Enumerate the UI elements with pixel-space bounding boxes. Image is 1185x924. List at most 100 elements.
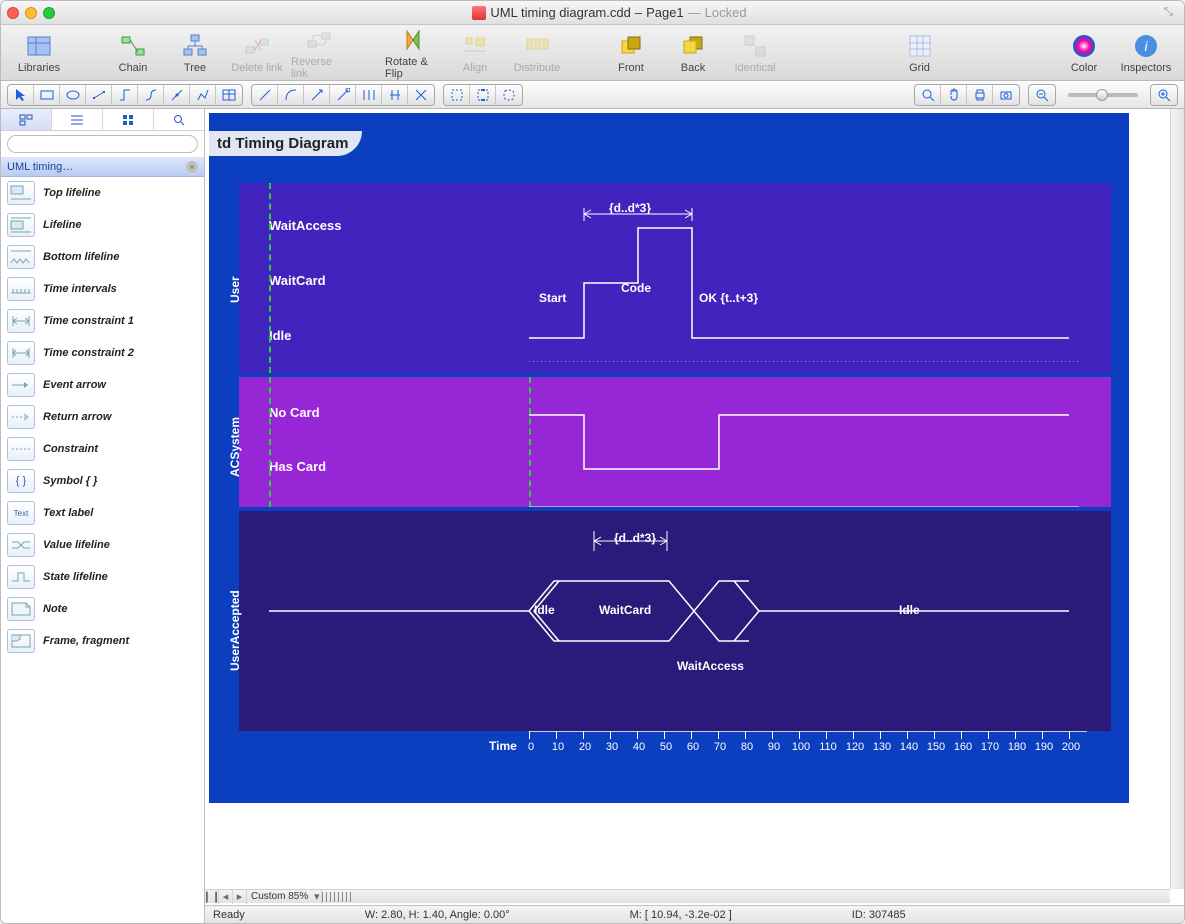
library-header[interactable]: UML timing… × <box>1 158 204 177</box>
conn-d[interactable] <box>330 85 356 105</box>
diagram-canvas[interactable]: td Timing Diagram User WaitAccess WaitCa… <box>209 113 1129 803</box>
canvas-area: td Timing Diagram User WaitAccess WaitCa… <box>205 109 1184 923</box>
toolbar-align-button[interactable]: Align <box>447 32 503 74</box>
view-tool-group <box>914 84 1020 106</box>
stencil-label: Top lifeline <box>43 187 101 199</box>
canvas-scroll[interactable]: td Timing Diagram User WaitAccess WaitCa… <box>205 109 1184 923</box>
stencil-item[interactable]: Value lifeline <box>1 529 204 561</box>
vertical-scrollbar[interactable] <box>1170 109 1184 889</box>
connector-tool-4[interactable] <box>164 85 190 105</box>
conn-g[interactable] <box>408 85 434 105</box>
stencil-item[interactable]: Note <box>1 593 204 625</box>
connector-tool-1[interactable] <box>86 85 112 105</box>
zoom-in-button[interactable] <box>1151 85 1177 105</box>
stencil-item[interactable]: Time constraint 1 <box>1 305 204 337</box>
sidebar-tab-list[interactable] <box>52 109 103 130</box>
ruler-split[interactable] <box>322 892 352 902</box>
rect-tool[interactable] <box>34 85 60 105</box>
sel-a[interactable] <box>444 85 470 105</box>
tool-toolbar <box>1 81 1184 109</box>
toolbar-front-button[interactable]: Front <box>603 32 659 74</box>
toolbar-distribute-button[interactable]: Distribute <box>509 32 565 74</box>
conn-c[interactable] <box>304 85 330 105</box>
stencil-item[interactable]: { }Symbol { } <box>1 465 204 497</box>
toolbar-delete-link-button[interactable]: Delete link <box>229 32 285 74</box>
status-id: ID: 307485 <box>852 909 906 921</box>
time-tick-label: 130 <box>872 741 892 753</box>
stencil-label: Text label <box>43 507 93 519</box>
stencil-item[interactable]: Time intervals <box>1 273 204 305</box>
hscroll-left-icon[interactable]: ◂ <box>219 890 233 904</box>
sel-c[interactable] <box>496 85 522 105</box>
stencil-icon <box>7 629 35 653</box>
toolbar-rotate-flip-button[interactable]: Rotate & Flip <box>385 26 441 80</box>
stencil-item[interactable]: Return arrow <box>1 401 204 433</box>
connector-tool-5[interactable] <box>190 85 216 105</box>
sidebar-search-input[interactable] <box>7 135 198 153</box>
toolbar-color-button[interactable]: Color <box>1056 32 1112 74</box>
stencil-item[interactable]: Top lifeline <box>1 177 204 209</box>
zoom-window-button[interactable] <box>43 7 55 19</box>
time-tick-label: 90 <box>764 741 784 753</box>
stencil-list: Top lifeline Lifeline Bottom lifeline Time … <box>1 177 204 923</box>
stencil-item[interactable]: Time constraint 2 <box>1 337 204 369</box>
stencil-label: Bottom lifeline <box>43 251 119 263</box>
stencil-item[interactable]: Frame, fragment <box>1 625 204 657</box>
sidebar-tab-search[interactable] <box>154 109 204 130</box>
table-tool[interactable] <box>216 85 242 105</box>
stencil-icon <box>7 597 35 621</box>
toolbar-libraries-button[interactable]: Libraries <box>11 32 67 74</box>
stencil-item[interactable]: Bottom lifeline <box>1 241 204 273</box>
toolbar-chain-button[interactable]: Chain <box>105 32 161 74</box>
stencil-icon: Text <box>7 501 35 525</box>
zoom-dropdown-icon[interactable]: ▾ <box>312 890 322 904</box>
time-tick-label: 50 <box>656 741 676 753</box>
toolbar-back-button[interactable]: Back <box>665 32 721 74</box>
stencil-icon <box>7 341 35 365</box>
stencil-item[interactable]: Event arrow <box>1 369 204 401</box>
toolbar-identical-button[interactable]: Identical <box>727 32 783 74</box>
time-tick-label: 160 <box>953 741 973 753</box>
camera-tool[interactable] <box>993 85 1019 105</box>
stencil-label: Return arrow <box>43 411 111 423</box>
library-close-icon[interactable]: × <box>186 161 198 173</box>
conn-e[interactable] <box>356 85 382 105</box>
conn-a[interactable] <box>252 85 278 105</box>
statusbar: Ready W: 2.80, H: 1.40, Angle: 0.00° M: … <box>205 905 1184 923</box>
print-tool[interactable] <box>967 85 993 105</box>
sidebar-tab-stencils[interactable] <box>1 109 52 130</box>
toolbar-reverse-link-button[interactable]: Reverse link <box>291 26 347 80</box>
minimize-window-button[interactable] <box>25 7 37 19</box>
acsystem-state-line <box>239 377 1079 507</box>
horizontal-scrollbar[interactable]: ❙❙ ◂ ▸ Custom 85% ▾ <box>205 889 1170 903</box>
toolbar-grid-button[interactable]: Grid <box>892 32 948 74</box>
sel-b[interactable] <box>470 85 496 105</box>
hand-tool[interactable] <box>941 85 967 105</box>
close-window-button[interactable] <box>7 7 19 19</box>
toolbar-inspectors-button[interactable]: iInspectors <box>1118 32 1174 74</box>
stencil-label: State lifeline <box>43 571 108 583</box>
app-window: UML timing diagram.cdd – Page1 — Locked … <box>0 0 1185 924</box>
sidebar-tab-grid[interactable] <box>103 109 154 130</box>
stencil-icon <box>7 405 35 429</box>
toolbar-tree-button[interactable]: Tree <box>167 32 223 74</box>
connector-tool-3[interactable] <box>138 85 164 105</box>
time-tick-label: 100 <box>791 741 811 753</box>
stencil-item[interactable]: Constraint <box>1 433 204 465</box>
stencil-item[interactable]: Text Text label <box>1 497 204 529</box>
zoom-out-button[interactable] <box>1029 85 1055 105</box>
hscroll-right-icon[interactable]: ▸ <box>233 890 247 904</box>
zoom-tool[interactable] <box>915 85 941 105</box>
connector-tool-2[interactable] <box>112 85 138 105</box>
stencil-label: Constraint <box>43 443 98 455</box>
conn-b[interactable] <box>278 85 304 105</box>
conn-f[interactable] <box>382 85 408 105</box>
stencil-item[interactable]: Lifeline <box>1 209 204 241</box>
stencil-icon <box>7 437 35 461</box>
zoom-slider[interactable] <box>1068 93 1138 97</box>
window-controls <box>7 7 55 19</box>
ellipse-tool[interactable] <box>60 85 86 105</box>
stencil-item[interactable]: State lifeline <box>1 561 204 593</box>
select-tool[interactable] <box>8 85 34 105</box>
hscroll-pause-icon[interactable]: ❙❙ <box>205 890 219 904</box>
